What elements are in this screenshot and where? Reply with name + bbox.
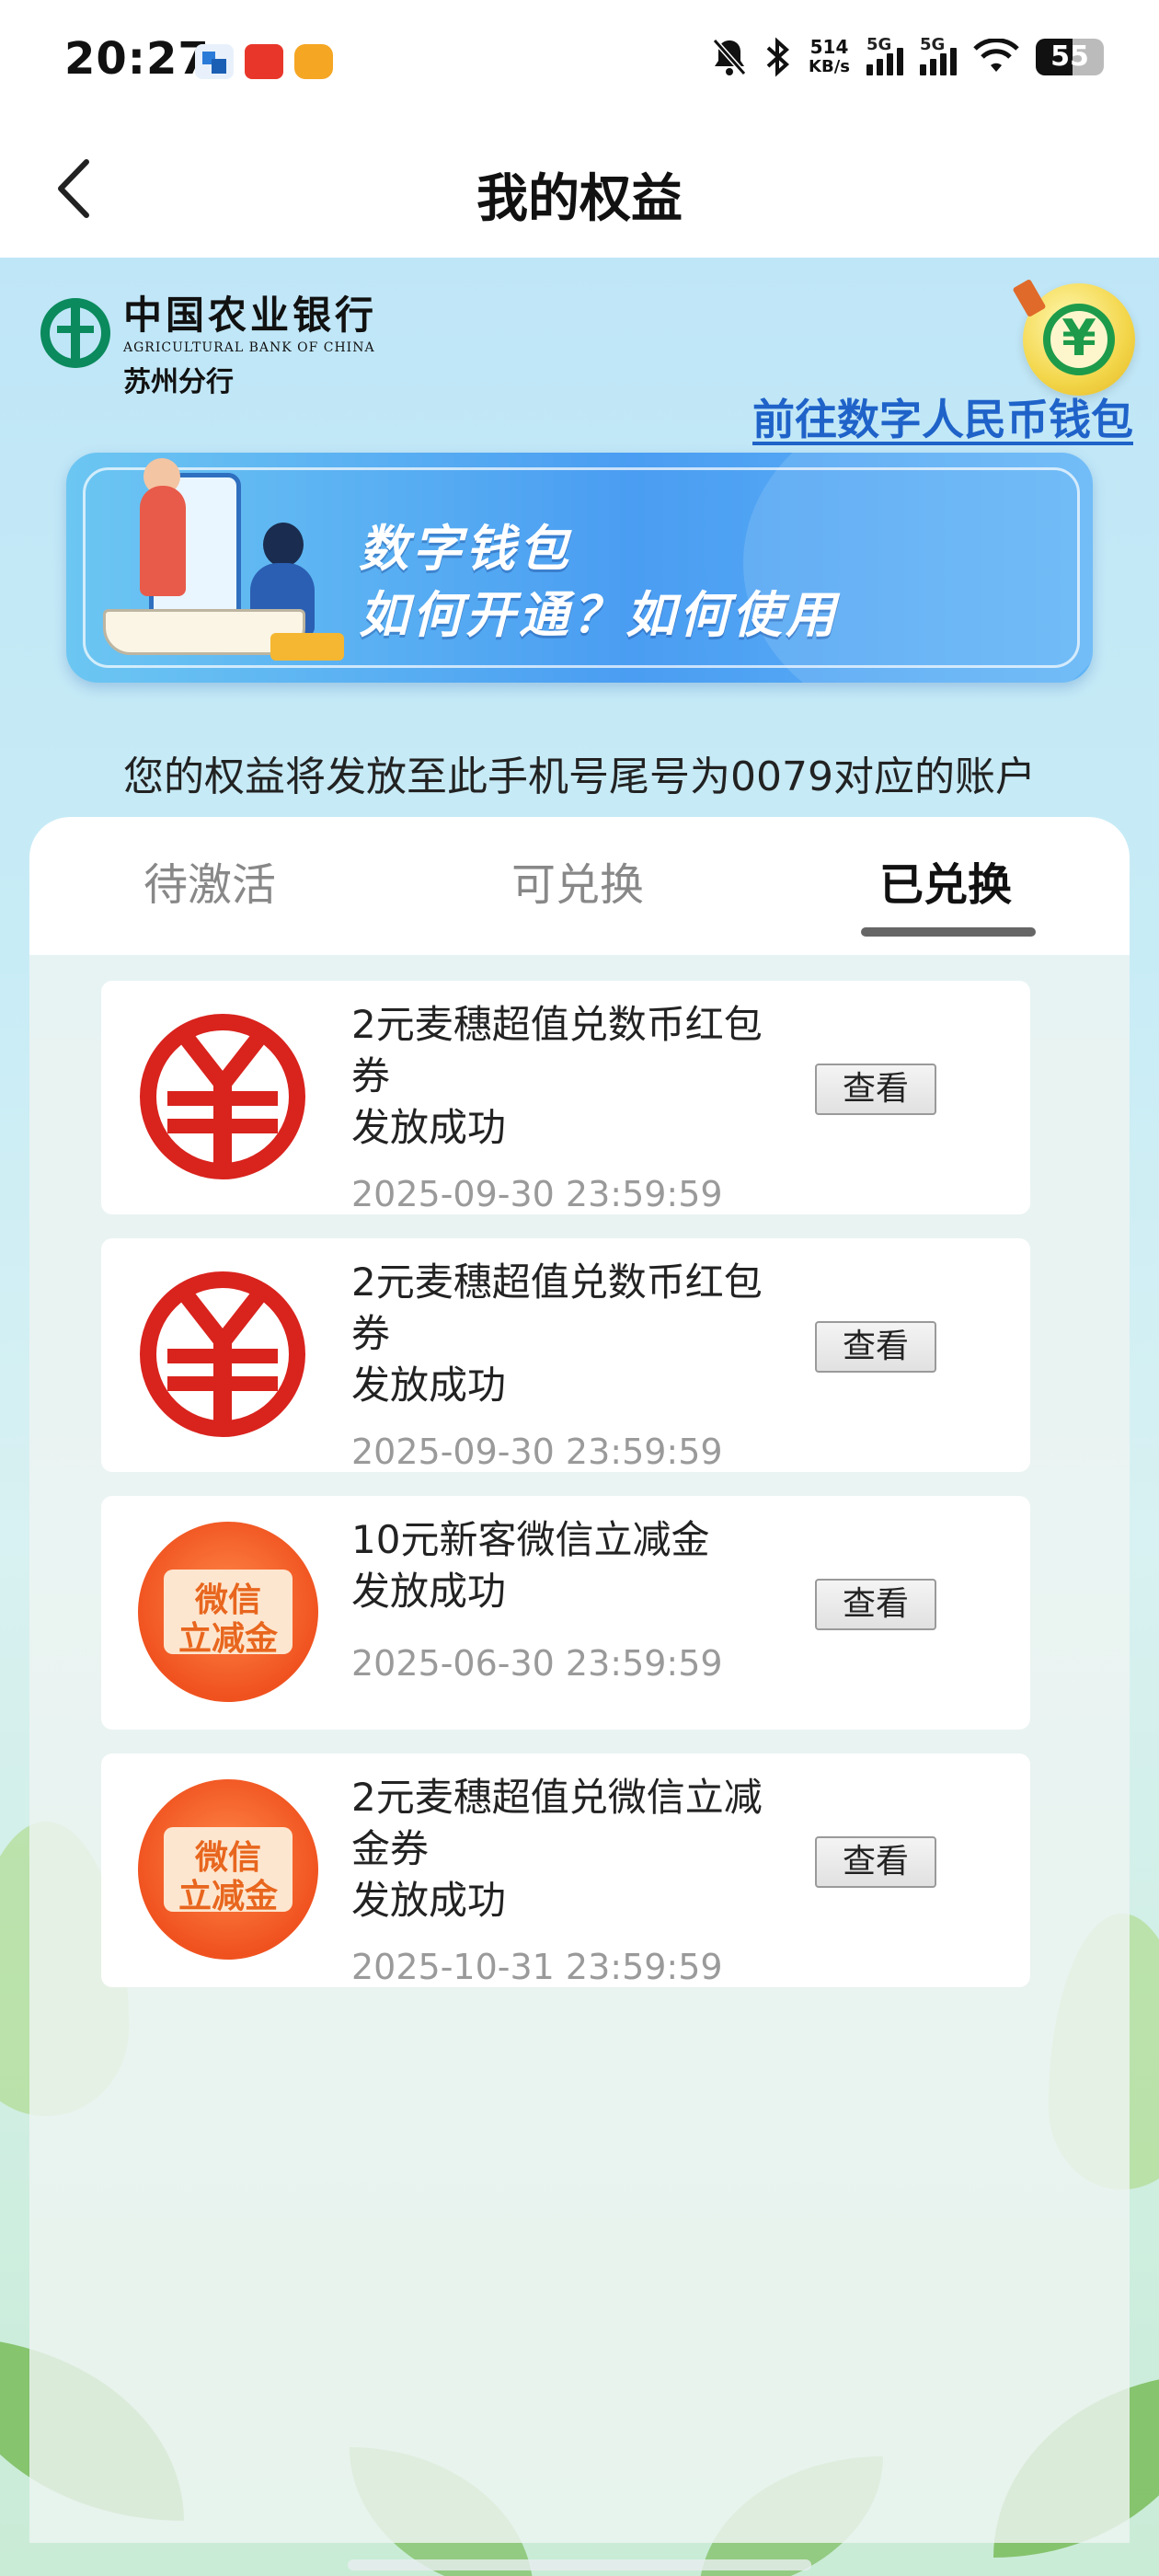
view-button[interactable]: 查看 <box>815 1579 936 1630</box>
yen-symbol-icon: ¥ <box>1061 309 1096 367</box>
wx-logo-line2: 立减金 <box>178 1620 278 1658</box>
item-name: 2元麦穗超值兑数币红包券 <box>351 1002 763 1098</box>
net-speed-unit: KB/s <box>809 57 850 76</box>
wx-logo-line2: 立减金 <box>178 1878 278 1915</box>
wifi-icon <box>973 39 1019 72</box>
toutiao-notification-icon <box>245 44 283 79</box>
cellular-signal-2-icon: 5G <box>920 35 957 75</box>
cellular-signal-1-icon: 5G <box>866 35 903 75</box>
signal-1-label: 5G <box>866 35 892 54</box>
item-name: 10元新客微信立减金 <box>351 1517 710 1562</box>
abc-emblem-icon <box>40 298 110 368</box>
bank-name-cn: 中国农业银行 <box>123 293 378 338</box>
digital-yuan-icon <box>140 1014 305 1179</box>
view-button[interactable]: 查看 <box>815 1836 936 1888</box>
item-status: 发放成功 <box>351 1878 507 1923</box>
item-date: 2025-10-31 23:59:59 <box>351 1947 723 1987</box>
battery-icon: 55 <box>1036 39 1104 75</box>
status-time: 20:27 <box>64 33 210 85</box>
net-speed: 514 KB/s <box>809 37 850 77</box>
item-status: 发放成功 <box>351 1363 507 1408</box>
wallet-guide-banner[interactable]: 数字钱包 如何开通？如何使用 <box>66 453 1093 683</box>
list-item: 2元麦穗超值兑数币红包券 发放成功 2025-09-30 23:59:59 查看 <box>101 1238 1030 1472</box>
wechat-discount-icon: 微信 立减金 <box>138 1779 318 1960</box>
account-notice: 您的权益将发放至此手机号尾号为0079对应的账户 <box>123 753 1036 800</box>
item-name: 2元麦穗超值兑微信立减金券 <box>351 1775 763 1871</box>
mute-bell-icon <box>712 39 747 75</box>
item-status: 发放成功 <box>351 1105 507 1150</box>
list-item: 微信 立减金 10元新客微信立减金 发放成功 2025-06-30 23:59:5… <box>101 1496 1030 1730</box>
bank-logo: 中国农业银行 AGRICULTURAL BANK OF CHINA 苏州分行 <box>40 294 377 399</box>
battery-level: 55 <box>1050 40 1089 73</box>
bank-name-en: AGRICULTURAL BANK OF CHINA <box>123 340 375 355</box>
person-illustration-icon <box>263 523 304 567</box>
view-button[interactable]: 查看 <box>815 1064 936 1115</box>
redeemed-list: 2元麦穗超值兑数币红包券 发放成功 2025-09-30 23:59:59 查看… <box>29 955 1130 2543</box>
title-bar: 我的权益 <box>0 124 1159 258</box>
tab-redeemable[interactable]: 可兑换 <box>511 848 644 913</box>
rights-panel: 待激活 可兑换 已兑换 2元麦穗超值兑数币红包券 发放成功 2025-09-30… <box>29 817 1130 2543</box>
wechat-discount-icon: 微信 立减金 <box>138 1522 318 1702</box>
item-status: 发放成功 <box>351 1569 507 1614</box>
banner-title: 数字钱包 <box>359 520 572 578</box>
net-speed-value: 514 <box>809 36 849 58</box>
digital-yuan-icon <box>140 1271 305 1437</box>
tab-redeemed[interactable]: 已兑换 <box>879 848 1012 913</box>
tab-pending-activation[interactable]: 待激活 <box>143 848 276 913</box>
coins-illustration-icon <box>270 633 344 661</box>
item-date: 2025-06-30 23:59:59 <box>351 1643 723 1684</box>
list-item: 微信 立减金 2元麦穗超值兑微信立减金券 发放成功 2025-10-31 23:5… <box>101 1754 1030 1987</box>
tab-bar: 待激活 可兑换 已兑换 <box>29 817 1130 955</box>
video-notification-icon <box>294 44 333 79</box>
main-content: 中国农业银行 AGRICULTURAL BANK OF CHINA 苏州分行 ¥… <box>0 258 1159 2576</box>
item-date: 2025-09-30 23:59:59 <box>351 1432 723 1472</box>
app-notification-icon <box>195 44 234 79</box>
status-indicators: 514 KB/s 5G 5G 55 <box>711 35 1104 77</box>
banner-subtitle: 如何开通？如何使用 <box>359 586 839 644</box>
view-button[interactable]: 查看 <box>815 1321 936 1373</box>
item-name: 2元麦穗超值兑数币红包券 <box>351 1259 763 1356</box>
status-bar: 20:27 514 KB/s 5G 5G 55 <box>0 0 1159 124</box>
bluetooth-icon <box>766 37 790 77</box>
home-indicator[interactable] <box>348 2559 811 2570</box>
bank-branch: 苏州分行 <box>123 366 234 398</box>
page-title: 我的权益 <box>476 169 683 229</box>
active-tab-indicator <box>861 927 1036 937</box>
goto-wallet-link[interactable]: 前往数字人民币钱包 <box>752 386 1133 447</box>
item-date: 2025-09-30 23:59:59 <box>351 1174 723 1214</box>
list-item: 2元麦穗超值兑数币红包券 发放成功 2025-09-30 23:59:59 查看 <box>101 981 1030 1214</box>
signal-2-label: 5G <box>920 35 946 54</box>
